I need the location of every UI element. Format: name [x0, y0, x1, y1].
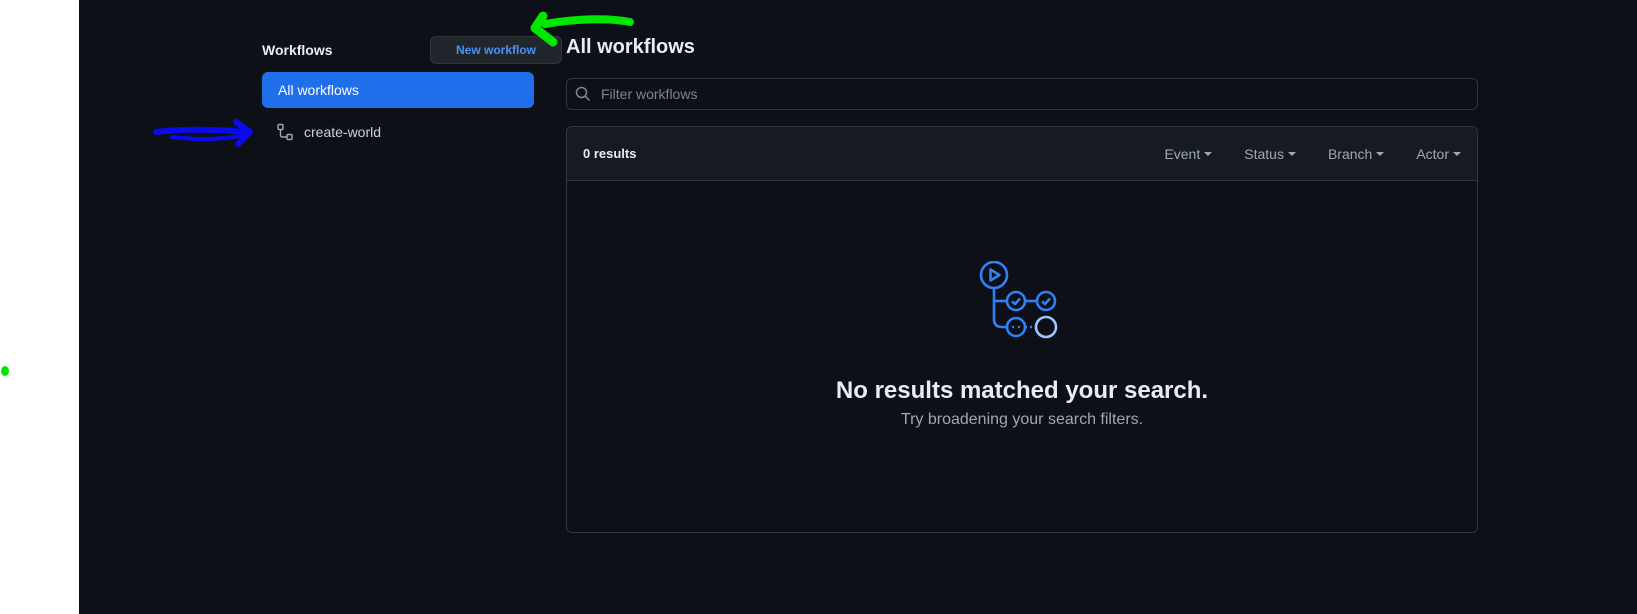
empty-state-title: No results matched your search. [835, 377, 1209, 404]
actor-filter-label: Actor [1416, 145, 1449, 162]
chevron-down-icon [1287, 151, 1296, 156]
event-filter-menu[interactable]: Event [1164, 145, 1213, 162]
chevron-down-icon [1204, 151, 1213, 156]
status-filter-menu[interactable]: Status [1244, 146, 1296, 162]
app-window: Workflows New workflow All workflows cre… [79, 0, 1637, 614]
sidebar-item-create-world[interactable]: create-world [262, 116, 534, 148]
sidebar-item-all-workflows[interactable]: All workflows [262, 72, 534, 108]
event-filter-label: Event [1164, 145, 1201, 162]
filter-workflows-field[interactable] [566, 78, 1478, 110]
sidebar-item-label: create-world [304, 124, 382, 140]
filter-workflows-input[interactable] [599, 85, 1463, 103]
results-header: 0 results Event Status Branch Actor [567, 127, 1477, 181]
results-panel: 0 results Event Status Branch Actor No r… [566, 126, 1478, 533]
chevron-down-icon [1376, 151, 1385, 156]
status-filter-label: Status [1244, 145, 1284, 162]
branch-filter-label: Branch [1327, 145, 1373, 162]
actor-filter-menu[interactable]: Actor [1416, 146, 1461, 162]
workflow-icon [276, 123, 294, 141]
search-icon [575, 86, 591, 102]
results-count: 0 results [583, 146, 637, 161]
green-dot-annotation [1, 366, 9, 376]
sidebar-item-label: All workflows [278, 82, 359, 98]
actions-workflow-icon [978, 260, 1062, 345]
sidebar-title: Workflows [262, 42, 333, 58]
page-title: All workflows [566, 36, 695, 58]
new-workflow-button[interactable]: New workflow [430, 36, 562, 64]
chevron-down-icon [1453, 151, 1461, 156]
empty-state-subtitle: Try broadening your search filters. [900, 411, 1144, 428]
branch-filter-menu[interactable]: Branch [1327, 145, 1385, 162]
